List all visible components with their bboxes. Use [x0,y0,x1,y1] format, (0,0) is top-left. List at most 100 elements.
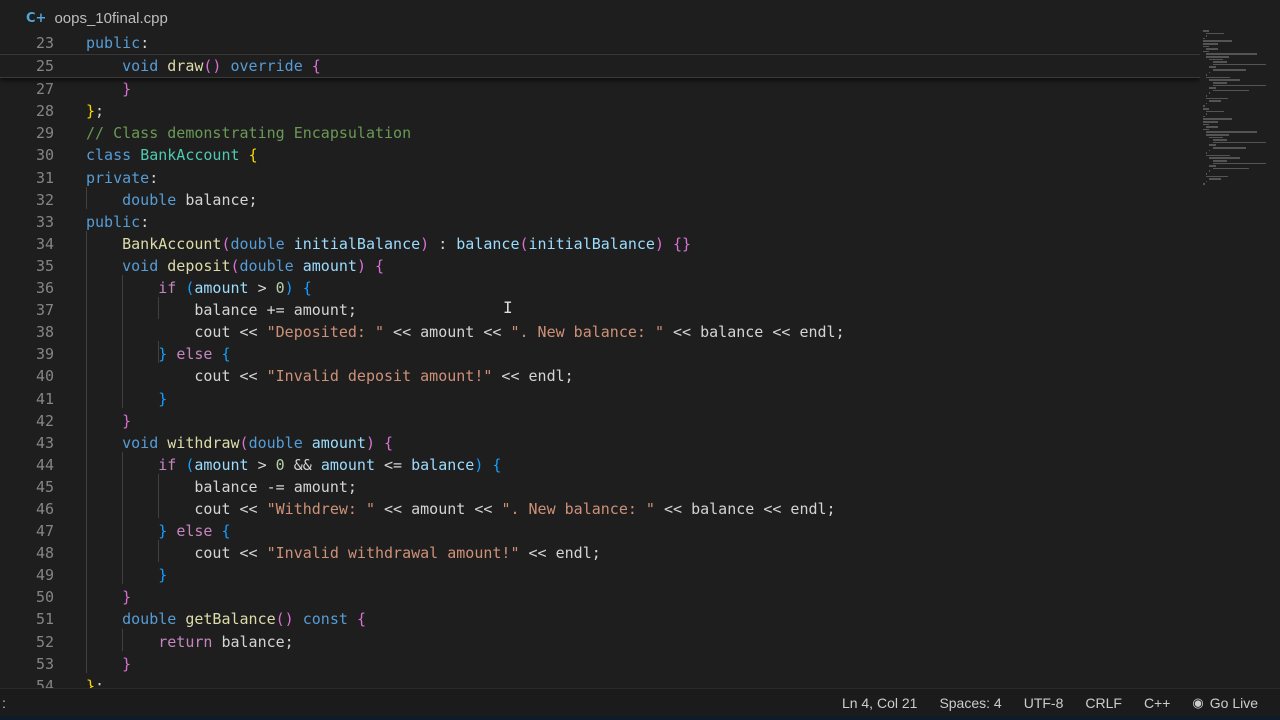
code-line[interactable]: 48 cout << "Invalid withdrawal amount!" … [0,542,1200,564]
code-text[interactable]: private: [86,167,158,189]
code-token: { [375,256,385,275]
encoding-setting[interactable]: UTF-8 [1024,695,1064,711]
minimap-line [1206,126,1219,128]
code-text[interactable]: void withdraw(double amount) { [86,432,393,454]
code-token: <= [375,455,412,474]
code-text[interactable]: cout << "Invalid withdrawal amount!" << … [86,542,600,564]
code-text[interactable]: cout << "Withdrew: " << amount << ". New… [86,498,835,520]
code-token: > [248,455,276,474]
code-text[interactable]: cout << "Invalid deposit amount!" << end… [86,365,573,387]
code-token: amount [320,455,375,474]
code-line[interactable]: 53 } [0,653,1200,675]
code-line[interactable]: 40 cout << "Invalid deposit amount!" << … [0,365,1200,387]
code-line[interactable]: 51 double getBalance() const { [0,608,1200,630]
code-line[interactable]: 34 BankAccount(double initialBalance) : … [0,233,1200,255]
line-number: 54 [35,676,54,688]
code-text[interactable]: // Class demonstrating Encapsulation [86,122,411,144]
code-line[interactable]: 27 } [0,78,1200,100]
code-text[interactable]: public: [86,211,149,233]
code-token: } [122,411,132,430]
code-text[interactable]: class BankAccount { [86,144,258,166]
code-text[interactable]: public: [86,32,149,54]
go-live-button[interactable]: ◉ Go Live [1192,695,1258,711]
file-tab[interactable]: C+ oops_10final.cpp [26,0,168,36]
code-line[interactable]: 31 private: [0,167,1200,189]
code-text[interactable]: if (amount > 0 && amount <= balance) { [86,454,501,476]
minimap-line [1212,141,1271,144]
code-text[interactable]: }; [86,100,104,122]
code-line[interactable]: 32 double balance; [0,189,1200,211]
indent-guide [158,474,160,519]
code-text[interactable]: void draw() override { [86,55,321,77]
line-number: 44 [35,455,54,474]
code-line[interactable]: 44 if (amount > 0 && amount <= balance) … [0,454,1200,476]
code-line[interactable]: 42 } [0,410,1200,432]
code-text[interactable]: } [86,410,131,432]
code-text[interactable]: balance += amount; [86,299,357,321]
code-text[interactable]: return balance; [86,631,293,653]
code-line[interactable]: 47 } else { [0,520,1200,542]
minimap-line [1209,92,1211,94]
code-text[interactable]: }; [86,675,104,688]
minimap-line [1209,87,1216,89]
code-text[interactable]: if (amount > 0) { [86,277,312,299]
bottom-edge [0,716,1280,720]
code-text[interactable]: void deposit(double amount) { [86,255,384,277]
code-token: balance [411,455,475,474]
minimap[interactable] [1203,30,1275,190]
code-line[interactable]: 36 if (amount > 0) { [0,277,1200,299]
cursor-position[interactable]: Ln 4, Col 21 [842,695,918,711]
code-line[interactable]: 52 return balance; [0,631,1200,653]
go-live-label: Go Live [1209,695,1258,711]
code-text[interactable]: double getBalance() const { [86,608,366,630]
code-line[interactable]: 46 cout << "Withdrew: " << amount << ". … [0,498,1200,520]
status-left-indicator: : [2,695,6,711]
code-line[interactable]: 28}; [0,100,1200,122]
indent-guide [122,275,124,408]
code-line[interactable]: 25 void draw() override { [0,55,1200,79]
indentation-setting[interactable]: Spaces: 4 [939,695,1001,711]
code-text[interactable]: double balance; [86,189,257,211]
minimap-line [1212,160,1227,162]
indent-guide [158,540,160,563]
code-line[interactable]: 39 } else { [0,343,1200,365]
minimap-line [1206,102,1207,105]
code-line[interactable]: 49 } [0,564,1200,586]
code-line[interactable]: 45 balance -= amount; [0,476,1200,498]
code-text[interactable]: } [86,388,167,410]
code-text[interactable]: } [86,78,131,100]
code-line[interactable]: 37 balance += amount; [0,299,1200,321]
code-text[interactable]: balance -= amount; [86,476,357,498]
code-editor[interactable]: 23 public: 25 void draw() override {27 } 28… [0,32,1200,688]
code-text[interactable]: BankAccount(double initialBalance) : bal… [86,233,691,255]
line-number: 48 [35,544,54,563]
code-line[interactable]: 29 // Class demonstrating Encapsulation [0,122,1200,144]
code-token: {} [673,234,692,253]
code-line[interactable]: 30 class BankAccount { [0,144,1200,166]
code-token: const [302,610,348,629]
code-line[interactable]: 38 cout << "Deposited: " << amount << ".… [0,321,1200,343]
language-mode[interactable]: C++ [1144,695,1170,711]
code-text[interactable]: cout << "Deposited: " << amount << ". Ne… [86,321,844,343]
eol-setting[interactable]: CRLF [1085,695,1122,711]
code-line[interactable]: 50 } [0,586,1200,608]
code-token: initialBalance [528,234,655,253]
code-text[interactable]: } [86,653,131,675]
code-line[interactable]: 54}; [0,675,1200,688]
code-token: else [176,522,213,541]
code-line[interactable]: 23 public: [0,32,1200,56]
code-line[interactable]: 41 } [0,388,1200,410]
code-line[interactable]: 35 void deposit(double amount) { [0,255,1200,277]
code-text[interactable]: } else { [86,520,230,542]
code-token: } [158,522,168,541]
code-line[interactable]: 33 public: [0,211,1200,233]
code-line[interactable]: 43 void withdraw(double amount) { [0,432,1200,454]
code-text[interactable]: } [86,586,131,608]
vertical-scrollbar[interactable] [1266,36,1280,688]
code-text[interactable]: } [86,564,167,586]
